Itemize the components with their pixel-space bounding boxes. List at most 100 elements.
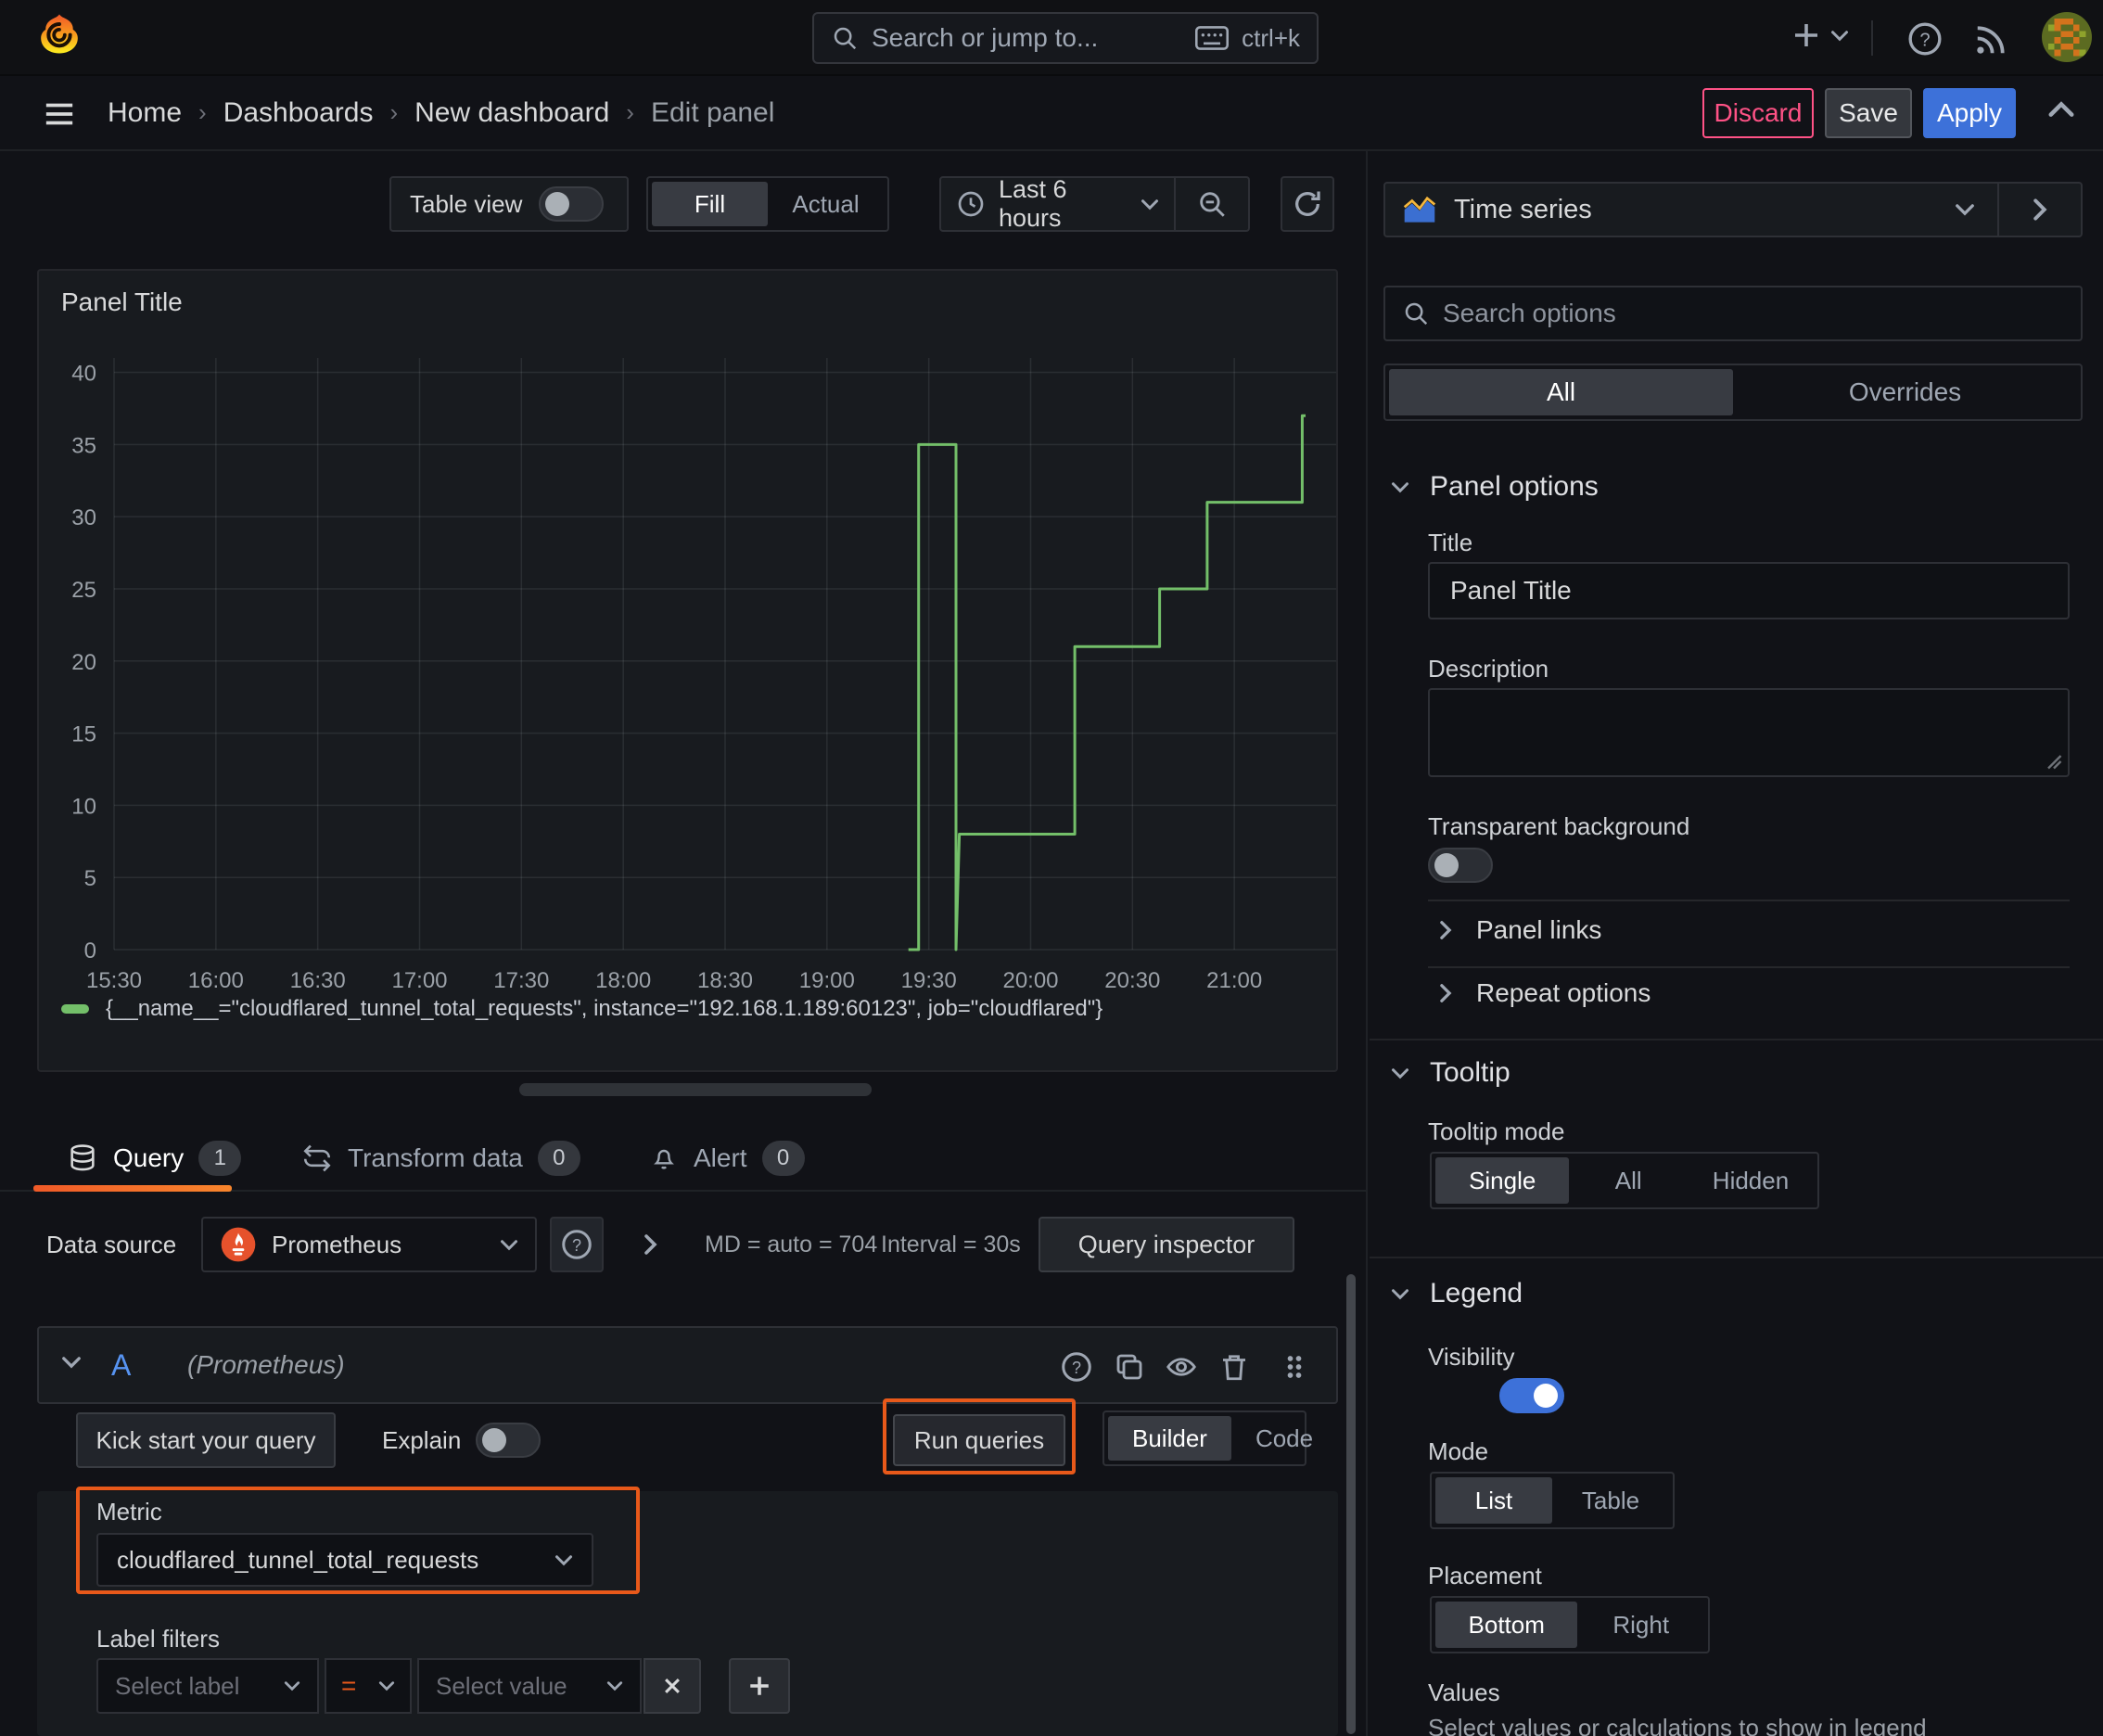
transparent-background-switch[interactable] (1428, 848, 1493, 883)
svg-text:17:00: 17:00 (391, 968, 447, 993)
title-label: Title (1428, 529, 1473, 556)
hide-query-eye-icon[interactable] (1165, 1350, 1198, 1384)
panel-title-input[interactable] (1428, 562, 2070, 619)
panel-links-collapsed-section[interactable]: Panel links (1439, 910, 1601, 951)
open-viz-list-button[interactable] (1999, 184, 2081, 236)
menu-hamburger-icon[interactable] (41, 98, 78, 130)
svg-text:18:00: 18:00 (595, 968, 651, 993)
timeseries-chart[interactable]: 0 5 10 15 20 25 30 35 40 15:30 16:00 16:30 17:00 17:3… (39, 271, 1336, 1070)
svg-text:15: 15 (71, 722, 96, 747)
tab-alert[interactable]: Alert 0 (649, 1124, 805, 1192)
top-bar: Search or jump to... ctrl+k ? (0, 0, 2103, 76)
table-view-toggle-group: Table view (389, 176, 629, 232)
grafana-logo[interactable] (33, 11, 85, 63)
collapse-pane-button[interactable] (2047, 100, 2075, 119)
search-options-input[interactable]: Search options (1383, 286, 2083, 341)
select-value-placeholder: Select value (436, 1671, 567, 1700)
legend-placement-bottom-option[interactable]: Bottom (1435, 1602, 1578, 1648)
news-rss-icon[interactable] (1973, 22, 2008, 57)
panel-options-pane: Time series Search options All Overrides… (1370, 151, 2103, 1736)
code-option[interactable]: Code (1231, 1416, 1337, 1461)
edit-panel-left-pane: Table view Fill Actual Last 6 hours Pane… (0, 151, 1368, 1736)
explain-switch[interactable] (476, 1423, 541, 1458)
description-label: Description (1428, 655, 1549, 683)
all-tab[interactable]: All (1389, 369, 1733, 415)
avatar[interactable] (2042, 12, 2092, 62)
legend-placement-label: Placement (1428, 1562, 1542, 1589)
clock-icon (956, 189, 986, 219)
delete-query-trash-icon[interactable] (1217, 1350, 1251, 1384)
help-button[interactable]: ? (1906, 20, 1944, 57)
chevron-down-icon[interactable] (61, 1356, 82, 1369)
breadcrumb-home[interactable]: Home (108, 97, 182, 129)
breadcrumb-dashboards[interactable]: Dashboards (223, 97, 374, 129)
discard-button[interactable]: Discard (1702, 88, 1814, 138)
legend-visibility-switch[interactable] (1499, 1378, 1565, 1413)
refresh-button[interactable] (1281, 176, 1334, 232)
apply-button[interactable]: Apply (1923, 88, 2016, 138)
time-range-button[interactable]: Last 6 hours (941, 175, 1174, 233)
legend-mode-table-option[interactable]: Table (1552, 1477, 1669, 1524)
visualization-picker[interactable]: Time series (1383, 182, 2083, 237)
kick-start-query-button[interactable]: Kick start your query (76, 1412, 336, 1468)
datasource-name: Prometheus (272, 1230, 402, 1258)
query-options-expand-chevron[interactable] (644, 1217, 657, 1272)
chevron-down-icon (1955, 203, 1975, 216)
max-data-points-summary: MD = auto = 704 (705, 1231, 878, 1257)
tooltip-all-option[interactable]: All (1569, 1157, 1688, 1204)
legend-mode-label: Mode (1428, 1437, 1489, 1465)
operator-dropdown[interactable]: = (325, 1658, 412, 1714)
svg-text:16:00: 16:00 (188, 968, 244, 993)
builder-option[interactable]: Builder (1108, 1416, 1231, 1461)
metric-value: cloudflared_tunnel_total_requests (117, 1545, 479, 1574)
table-view-switch[interactable] (539, 186, 605, 222)
tab-query[interactable]: Query 1 (67, 1124, 242, 1192)
tooltip-mode-segmented: Single All Hidden (1430, 1152, 1819, 1209)
prometheus-icon (220, 1226, 257, 1263)
legend-mode-list-option[interactable]: List (1435, 1477, 1552, 1524)
datasource-picker[interactable]: Prometheus (201, 1217, 537, 1272)
all-overrides-segmented: All Overrides (1383, 364, 2083, 421)
query-inspector-button[interactable]: Query inspector (1039, 1217, 1294, 1272)
panel-options-section-header[interactable]: Panel options (1391, 471, 1599, 503)
chevron-right-icon (1439, 983, 1452, 1003)
drag-handle-icon[interactable] (1278, 1350, 1311, 1384)
pane-splitter-handle[interactable] (519, 1083, 872, 1096)
add-menu-button[interactable] (1790, 19, 1849, 52)
vertical-scrollbar[interactable] (1346, 1274, 1356, 1734)
query-help-icon[interactable]: ? (1060, 1350, 1093, 1384)
svg-text:19:00: 19:00 (799, 968, 855, 993)
save-button[interactable]: Save (1825, 88, 1912, 138)
legend-series-label[interactable]: {__name__="cloudflared_tunnel_total_requ… (106, 996, 1102, 1022)
legend-placement-right-option[interactable]: Right (1577, 1602, 1704, 1648)
svg-text:35: 35 (71, 433, 96, 458)
tooltip-single-option[interactable]: Single (1435, 1157, 1570, 1204)
tab-query-count: 1 (198, 1140, 242, 1176)
duplicate-query-icon[interactable] (1113, 1350, 1146, 1384)
timeseries-viz-icon (1402, 192, 1437, 227)
tab-transform[interactable]: Transform data 0 (301, 1124, 580, 1192)
tooltip-section-header[interactable]: Tooltip (1391, 1057, 1510, 1089)
global-search-input[interactable]: Search or jump to... ctrl+k (812, 12, 1319, 64)
overrides-tab[interactable]: Overrides (1733, 369, 2077, 415)
description-textarea[interactable] (1428, 688, 2070, 777)
datasource-help-button[interactable]: ? (550, 1217, 604, 1272)
chart-legend[interactable]: {__name__="cloudflared_tunnel_total_requ… (61, 996, 1102, 1022)
transform-icon (301, 1142, 333, 1174)
legend-section-header[interactable]: Legend (1391, 1278, 1523, 1309)
select-value-dropdown[interactable]: Select value (417, 1658, 642, 1714)
breadcrumb-new-dashboard[interactable]: New dashboard (414, 97, 609, 129)
metric-select[interactable]: cloudflared_tunnel_total_requests (96, 1533, 593, 1587)
tab-transform-count: 0 (537, 1140, 580, 1176)
actual-option[interactable]: Actual (768, 182, 884, 226)
query-row-header[interactable]: A (Prometheus) ? (37, 1326, 1338, 1404)
fill-option[interactable]: Fill (652, 182, 768, 226)
resize-handle-icon[interactable] (2046, 753, 2062, 770)
remove-filter-button[interactable] (644, 1658, 701, 1714)
add-filter-button[interactable] (729, 1658, 790, 1714)
zoom-out-button[interactable] (1176, 188, 1248, 220)
repeat-options-collapsed-section[interactable]: Repeat options (1439, 973, 1651, 1014)
run-queries-button[interactable]: Run queries (893, 1414, 1065, 1466)
select-label-dropdown[interactable]: Select label (96, 1658, 319, 1714)
tooltip-hidden-option[interactable]: Hidden (1688, 1157, 1814, 1204)
